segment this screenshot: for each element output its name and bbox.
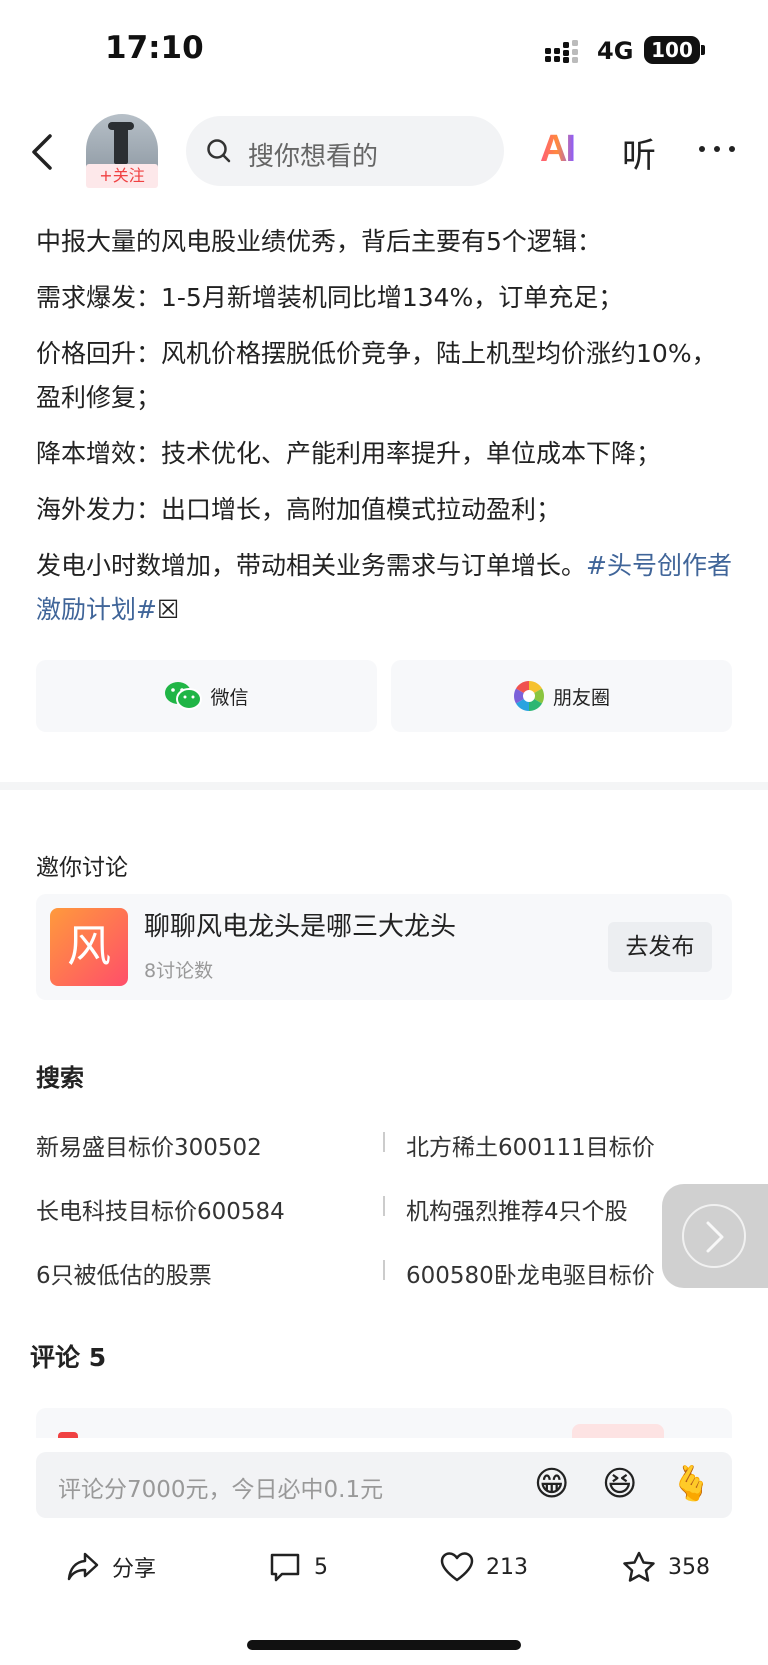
suggestion-separator (383, 1260, 385, 1280)
article-paragraph: 降本增效：技术优化、产能利用率提升，单位成本下降； (36, 439, 662, 468)
next-article-button[interactable] (662, 1184, 768, 1288)
comment-card-peek (36, 1408, 732, 1438)
publish-button[interactable]: 去发布 (608, 922, 712, 972)
wechat-icon (165, 682, 203, 710)
comments-title: 评论 5 (30, 1343, 107, 1372)
battery-tip (701, 45, 705, 55)
search-input[interactable]: 搜你想看的 (186, 116, 504, 186)
author-avatar[interactable]: +关注 (86, 114, 158, 188)
comment-input[interactable]: 评论分7000元，今日必中0.1元 😁 😆 🫰 (36, 1452, 732, 1518)
search-suggestion[interactable]: 机构强烈推荐4只个股 (406, 1192, 628, 1226)
moments-label: 朋友圈 (552, 686, 610, 709)
share-icon (67, 1552, 99, 1581)
section-divider (0, 782, 768, 790)
status-bar: 17:10 4G 100 (0, 0, 768, 100)
laugh-emoji-icon[interactable]: 😆 (602, 1464, 637, 1504)
comment-icon (270, 1553, 300, 1582)
top-nav: +关注 搜你想看的 AI 听 (0, 110, 768, 190)
network-type: 4G (597, 37, 634, 65)
article-body: 中报大量的风电股业绩优秀，背后主要有5个逻辑： 需求爆发：1-5月新增装机同比增… (36, 220, 736, 644)
status-time: 17:10 (105, 30, 204, 66)
article-paragraph-last: 发电小时数增加，带动相关业务需求与订单增长。#头号创作者激励计划#☒ (36, 544, 736, 632)
article-paragraph-text: 发电小时数增加，带动相关业务需求与订单增长。 (36, 551, 587, 580)
signal-icon (545, 40, 578, 63)
search-suggestion[interactable]: 长电科技目标价600584 (36, 1192, 285, 1226)
moments-icon (513, 681, 544, 711)
ai-button[interactable]: AI (540, 128, 576, 171)
discussion-card[interactable]: 风 聊聊风电龙头是哪三大龙头 8讨论数 去发布 (36, 894, 732, 1000)
heart-hand-emoji-icon[interactable]: 🫰 (670, 1464, 712, 1504)
topic-title: 聊聊风电龙头是哪三大龙头 (144, 912, 457, 942)
article-paragraph: 海外发力：出口增长，高附加值模式拉动盈利； (36, 495, 562, 524)
likes-count: 213 (486, 1554, 528, 1580)
like-button[interactable]: 213 (440, 1545, 528, 1589)
comment-input-placeholder: 评论分7000元，今日必中0.1元 (58, 1477, 384, 1503)
search-suggestion[interactable]: 600580卧龙电驱目标价 (406, 1256, 655, 1290)
trailing-glyph: ☒ (156, 595, 180, 624)
grin-emoji-icon[interactable]: 😁 (534, 1464, 569, 1504)
battery-icon: 100 (644, 36, 700, 64)
comments-button[interactable]: 5 (268, 1545, 328, 1589)
article-paragraph: 中报大量的风电股业绩优秀，背后主要有5个逻辑： (36, 227, 602, 256)
back-icon[interactable] (28, 130, 58, 174)
home-indicator (247, 1640, 521, 1650)
share-label: 分享 (112, 1557, 157, 1582)
share-button[interactable]: 分享 (66, 1545, 156, 1589)
discussion-section-title: 邀你讨论 (36, 855, 128, 881)
suggestion-separator (383, 1132, 385, 1152)
bottom-action-bar: 分享 5 213 358 (0, 1535, 768, 1605)
favorites-count: 358 (668, 1554, 710, 1580)
comments-count: 5 (314, 1554, 328, 1580)
topic-count: 8讨论数 (144, 960, 214, 982)
listen-button[interactable]: 听 (622, 128, 656, 177)
star-icon (623, 1551, 655, 1582)
share-moments-button[interactable]: 朋友圈 (391, 660, 732, 732)
article-paragraph: 需求爆发：1-5月新增装机同比增134%，订单充足； (36, 283, 624, 312)
share-row: 微信 朋友圈 (36, 660, 732, 732)
chevron-right-icon (706, 1221, 724, 1253)
search-icon (207, 139, 231, 163)
share-wechat-button[interactable]: 微信 (36, 660, 377, 732)
article-paragraph: 价格回升：风机价格摆脱低价竞争，陆上机型均价涨约10%，盈利修复； (36, 339, 717, 412)
search-suggestion[interactable]: 6只被低估的股票 (36, 1256, 212, 1290)
suggestion-separator (383, 1196, 385, 1216)
more-icon[interactable] (697, 144, 737, 154)
search-placeholder: 搜你想看的 (248, 142, 379, 172)
follow-button[interactable]: +关注 (86, 164, 158, 188)
favorite-button[interactable]: 358 (622, 1545, 710, 1589)
heart-icon (440, 1552, 474, 1582)
wechat-label: 微信 (210, 686, 249, 709)
search-suggestion[interactable]: 北方稀土600111目标价 (406, 1128, 655, 1162)
topic-thumbnail: 风 (50, 908, 128, 986)
search-section-title: 搜索 (36, 1064, 84, 1092)
search-suggestion[interactable]: 新易盛目标价300502 (36, 1128, 262, 1162)
